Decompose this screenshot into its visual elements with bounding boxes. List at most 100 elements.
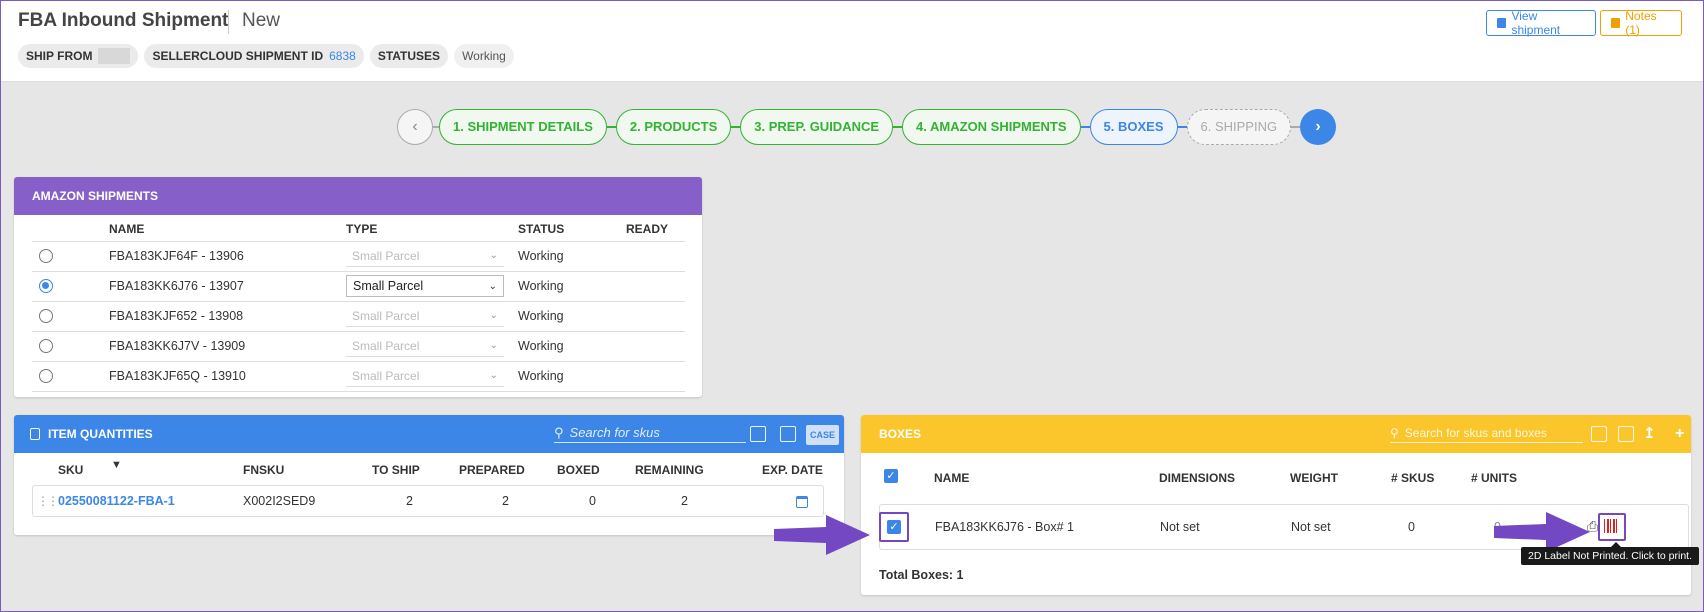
- drag-handle-icon[interactable]: ⋮⋮: [37, 494, 59, 508]
- search-icon: ⚲: [554, 424, 564, 440]
- remaining-value: 2: [681, 494, 688, 508]
- shipment-name: FBA183KK6J7V - 13909: [108, 331, 345, 362]
- sku-search-input[interactable]: ⚲ Search for skus: [554, 423, 746, 443]
- add-icon[interactable]: +: [1675, 415, 1684, 453]
- type-select-value: Small Parcel: [352, 338, 420, 353]
- type-select[interactable]: Small Parcel ⌄: [346, 335, 504, 357]
- box-checkbox[interactable]: ✓: [887, 520, 901, 534]
- header-chips: SHIP FROM SELLERCLOUD SHIPMENT ID 6838 S…: [18, 44, 514, 68]
- boxes-header: BOXES ⚲ Search for skus and boxes ↥ +: [861, 415, 1691, 453]
- step-shipping[interactable]: 6. SHIPPING: [1186, 109, 1292, 145]
- shipment-status: Working: [517, 271, 625, 302]
- page-subtitle: New: [242, 10, 281, 31]
- case-toggle-button[interactable]: CASE: [806, 425, 840, 445]
- type-select[interactable]: Small Parcel ⌄: [346, 365, 504, 387]
- type-select-value: Small Parcel: [352, 368, 420, 383]
- statuses-label: STATUSES: [377, 49, 441, 63]
- sort-desc-icon[interactable]: ▼: [111, 459, 122, 471]
- prepared-value: 2: [502, 494, 509, 508]
- shipment-name: FBA183KJF652 - 13908: [108, 301, 345, 332]
- table-row[interactable]: FBA183KK6J7V - 13909 Small Parcel ⌄ Worki…: [32, 331, 685, 362]
- shipment-radio[interactable]: [39, 339, 53, 354]
- next-step-button[interactable]: ›: [1300, 109, 1337, 145]
- excel-export-icon[interactable]: [780, 426, 796, 442]
- select-all-checkbox[interactable]: ✓: [884, 469, 898, 483]
- page-header: FBA Inbound Shipment New SHIP FROM SELLE…: [0, 0, 1704, 82]
- step-connector: [1291, 126, 1301, 128]
- column-header-ready: READY: [625, 217, 685, 242]
- excel-export-icon[interactable]: [1618, 426, 1634, 442]
- box-search-input[interactable]: ⚲ Search for skus and boxes: [1390, 423, 1583, 443]
- annotation-arrow-right: [774, 515, 870, 555]
- item-quantities-panel: ITEM QUANTITIES ⚲ Search for skus CASE S…: [14, 415, 844, 535]
- column-header-fnsku: FNSKU: [243, 463, 285, 477]
- shipment-status: Working: [517, 301, 625, 332]
- column-header-boxed: BOXED: [557, 463, 600, 477]
- fnsku-value: X002I2SED9: [243, 494, 316, 508]
- search-icon: ⚲: [1390, 425, 1399, 440]
- ship-from-redacted-value: [98, 48, 131, 64]
- status-badge: Working: [454, 44, 514, 68]
- table-row[interactable]: FBA183KJF652 - 13908 Small Parcel ⌄ Worki…: [32, 301, 685, 332]
- to-ship-value: 2: [406, 494, 413, 508]
- box-dimensions: Not set: [1160, 520, 1200, 534]
- column-header-status: STATUS: [517, 217, 625, 242]
- type-select[interactable]: Small Parcel ⌄: [346, 275, 504, 297]
- print-2d-label-button[interactable]: [1598, 513, 1626, 541]
- column-header-weight: WEIGHT: [1290, 471, 1338, 485]
- shipment-id-value[interactable]: 6838: [329, 44, 356, 68]
- print-icon[interactable]: [750, 426, 766, 442]
- step-boxes[interactable]: 5. BOXES: [1089, 109, 1178, 145]
- item-quantities-header: ITEM QUANTITIES ⚲ Search for skus CASE: [14, 415, 844, 453]
- boxes-panel: BOXES ⚲ Search for skus and boxes ↥ + ✓ …: [861, 415, 1691, 595]
- column-header-to-ship: TO SHIP: [372, 463, 420, 477]
- shipment-id-chip: SELLERCLOUD SHIPMENT ID 6838: [144, 44, 364, 68]
- prev-step-button[interactable]: ‹: [397, 109, 433, 145]
- shipment-status: Working: [517, 361, 625, 392]
- calendar-icon[interactable]: [796, 496, 808, 508]
- amazon-shipments-panel: AMAZON SHIPMENTS NAME TYPE STATUS READY …: [14, 177, 702, 397]
- shipment-radio-selected[interactable]: [39, 279, 53, 294]
- box-checkbox-highlight[interactable]: ✓: [879, 512, 909, 542]
- sku-link[interactable]: 02550081122-FBA-1: [58, 494, 175, 508]
- upload-icon[interactable]: ↥: [1643, 415, 1656, 453]
- step-shipment-details[interactable]: 1. SHIPMENT DETAILS: [439, 109, 607, 145]
- type-select-value: Small Parcel: [353, 279, 424, 293]
- step-amazon-shipments[interactable]: 4. AMAZON SHIPMENTS: [902, 109, 1081, 145]
- column-header-remaining: REMAINING: [635, 463, 704, 477]
- statuses-chip: STATUSES: [369, 44, 449, 68]
- chevron-down-icon: ⌄: [489, 250, 498, 261]
- shipment-ready: [625, 241, 685, 272]
- amazon-shipments-table: NAME TYPE STATUS READY FBA183KJF64F - 13…: [32, 217, 685, 392]
- type-select[interactable]: Small Parcel ⌄: [346, 245, 504, 267]
- shipment-ready: [625, 301, 685, 332]
- ship-from-label: SHIP FROM: [26, 49, 93, 63]
- shipment-name: FBA183KJF64F - 13906: [108, 241, 345, 272]
- table-row[interactable]: FBA183KK6J76 - 13907 Small Parcel ⌄ Worki…: [32, 271, 685, 302]
- barcode-label-icon: [1604, 519, 1618, 533]
- total-boxes: Total Boxes: 1: [879, 568, 964, 582]
- step-prep-guidance[interactable]: 3. PREP. GUIDANCE: [740, 109, 894, 145]
- column-header-sku[interactable]: SKU: [58, 463, 83, 477]
- notes-button[interactable]: Notes (1): [1600, 9, 1682, 37]
- column-header-exp-date: EXP. DATE: [762, 463, 823, 477]
- shipment-radio[interactable]: [39, 369, 53, 384]
- barcode-icon[interactable]: [1591, 426, 1607, 442]
- step-connector: [606, 126, 616, 128]
- chevron-down-icon: ⌄: [489, 340, 498, 351]
- column-header-type: TYPE: [345, 217, 517, 242]
- shipment-id-label: SELLERCLOUD SHIPMENT ID: [152, 49, 324, 63]
- shipment-radio[interactable]: [39, 309, 53, 324]
- table-row[interactable]: FBA183KJF65Q - 13910 Small Parcel ⌄ Worki…: [32, 361, 685, 392]
- table-row[interactable]: ⋮⋮ 02550081122-FBA-1 X002I2SED9 2 2 0 2: [32, 485, 824, 517]
- shipment-radio[interactable]: [39, 249, 53, 264]
- step-products[interactable]: 2. PRODUCTS: [615, 109, 732, 145]
- view-shipment-button[interactable]: View shipment: [1486, 9, 1596, 37]
- box-skus: 0: [1408, 520, 1415, 534]
- lock-icon: [30, 428, 40, 440]
- shipment-status: Working: [517, 241, 625, 272]
- wizard-stepper: ‹ 1. SHIPMENT DETAILS 2. PRODUCTS 3. PRE…: [397, 109, 1337, 145]
- type-select-value: Small Parcel: [352, 308, 420, 323]
- table-row[interactable]: FBA183KJF64F - 13906 Small Parcel ⌄ Worki…: [32, 241, 685, 272]
- type-select[interactable]: Small Parcel ⌄: [346, 305, 504, 327]
